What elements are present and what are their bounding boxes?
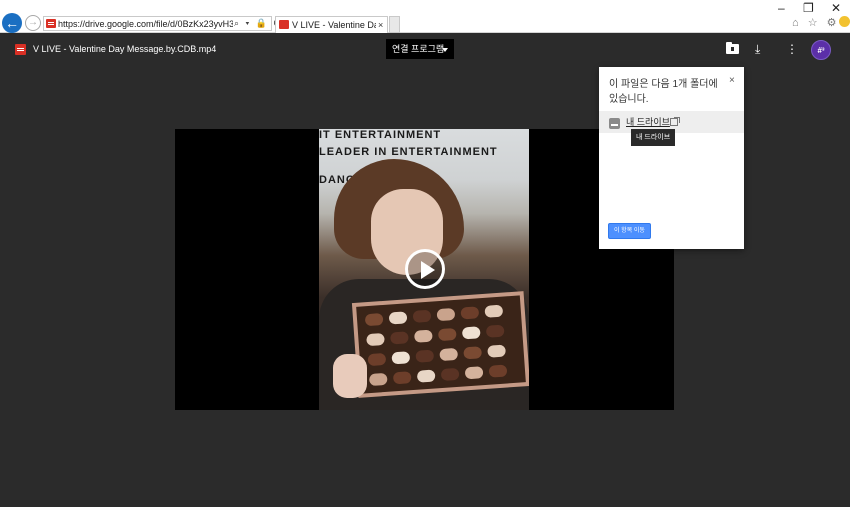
- tab-title: V LIVE - Valentine Day Me...: [292, 20, 376, 30]
- chocolate: [366, 332, 385, 347]
- chocolate: [463, 346, 483, 360]
- chocolate: [367, 352, 387, 367]
- open-with-label: 연결 프로그램: [392, 44, 445, 54]
- feedback-smiley-icon[interactable]: [839, 16, 850, 27]
- chocolate: [368, 372, 388, 387]
- chocolate: [440, 367, 460, 382]
- chocolate: [415, 349, 435, 363]
- chocolate: [464, 366, 484, 380]
- chocolate: [437, 327, 457, 342]
- play-button-icon[interactable]: [405, 249, 445, 289]
- tooltip: 내 드라이브: [631, 129, 676, 146]
- new-tab-button[interactable]: [389, 16, 400, 33]
- chocolate: [484, 304, 504, 318]
- chocolate: [364, 312, 384, 327]
- chocolate: [485, 324, 505, 338]
- file-name: V LIVE - Valentine Day Message.by.CDB.mp…: [33, 44, 217, 54]
- more-actions-icon[interactable]: ⋮: [786, 42, 798, 56]
- home-star-gear-icons[interactable]: ⌂ ☆ ⚙: [792, 17, 839, 29]
- back-arrow-icon[interactable]: ←: [2, 13, 22, 33]
- caret-down-icon: [442, 48, 448, 52]
- banner-text: IT ENTERTAINMENT: [319, 129, 442, 141]
- close-window-icon[interactable]: ✕: [831, 1, 841, 15]
- file-location-popup: 이 파일은 다음 1개 폴더에 있습니다. × 내 드라이브 내 드라이브 이 …: [599, 67, 744, 249]
- chocolate: [388, 311, 408, 325]
- browser-toolbar-icons[interactable]: ⌂ ☆ ⚙: [792, 16, 850, 29]
- chocolate: [416, 369, 436, 383]
- chocolate: [412, 309, 432, 323]
- drive-favicon-icon: [46, 19, 56, 28]
- open-with-button[interactable]: 연결 프로그램: [386, 39, 454, 59]
- close-icon[interactable]: ×: [729, 75, 735, 87]
- location-link[interactable]: 내 드라이브: [626, 116, 670, 128]
- minimize-icon[interactable]: –: [778, 1, 785, 15]
- chocolate: [392, 371, 412, 385]
- chocolate: [461, 326, 481, 340]
- address-bar[interactable]: https://drive.google.com/file/d/0BzKx23y…: [43, 16, 280, 31]
- chocolate: [488, 364, 508, 378]
- chocolate: [439, 347, 459, 362]
- chocolate: [390, 331, 409, 345]
- download-icon[interactable]: ⤓: [755, 42, 760, 56]
- video-file-icon: [15, 44, 26, 55]
- move-item-button[interactable]: 이 항목 이동: [608, 223, 651, 239]
- url-text[interactable]: https://drive.google.com/file/d/0BzKx23y…: [58, 18, 233, 30]
- chocolate: [413, 329, 433, 343]
- chocolate: [391, 351, 411, 365]
- chocolate: [436, 307, 456, 322]
- chocolate: [487, 344, 506, 358]
- open-in-new-icon[interactable]: [670, 117, 680, 126]
- forward-arrow-icon[interactable]: →: [25, 15, 41, 31]
- drive-favicon-icon: [279, 20, 289, 29]
- chocolate: [460, 306, 480, 320]
- browser-tab[interactable]: V LIVE - Valentine Day Me... ×: [275, 16, 388, 33]
- tab-close-icon[interactable]: ×: [378, 19, 383, 31]
- viewer-header: V LIVE - Valentine Day Message.by.CDB.mp…: [0, 33, 850, 67]
- chocolate-box: [351, 291, 529, 398]
- show-location-folder-icon[interactable]: [726, 42, 739, 54]
- popup-title: 이 파일은 다음 1개 폴더에 있습니다.: [609, 79, 718, 105]
- avatar[interactable]: #³: [811, 40, 831, 60]
- browser-toolbar: ← → https://drive.google.com/file/d/0BzK…: [0, 0, 850, 33]
- restore-icon[interactable]: ❐: [803, 1, 814, 15]
- person-hand: [333, 354, 367, 398]
- banner-text: LEADER IN ENTERTAINMENT: [319, 146, 498, 158]
- my-drive-icon: [609, 118, 620, 129]
